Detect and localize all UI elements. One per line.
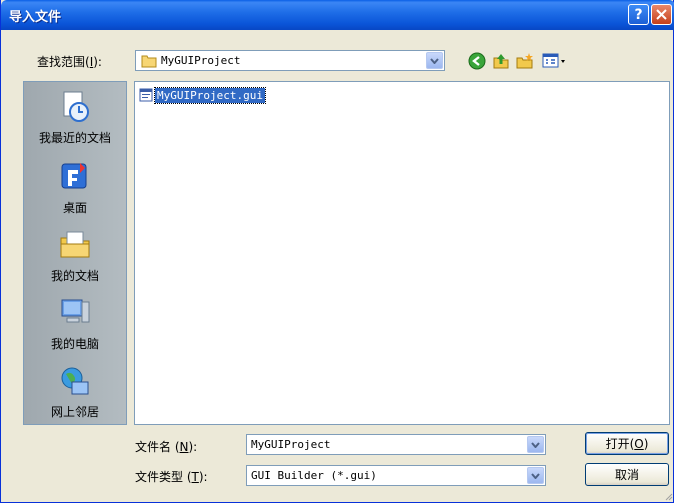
file-list[interactable]: MyGUIProject.gui [134, 81, 670, 425]
import-file-dialog: 导入文件 ? 查找范围(I): MyGUIProject 我最近的文档 桌面 我… [0, 0, 674, 503]
place-network-label: 网上邻居 [50, 405, 99, 419]
resize-grip-icon[interactable] [663, 491, 673, 501]
window-title: 导入文件 [9, 10, 62, 25]
place-my-computer[interactable]: 我的电脑 [24, 296, 126, 352]
file-name-value: MyGUIProject [251, 438, 331, 451]
look-in-value: MyGUIProject [161, 54, 241, 67]
file-type-value: GUI Builder (*.gui) [251, 469, 377, 482]
file-name-input[interactable]: MyGUIProject [246, 434, 546, 455]
new-folder-icon[interactable] [516, 52, 534, 70]
file-item[interactable]: MyGUIProject.gui [139, 86, 266, 104]
file-type-label: 文件类型 (T): [135, 470, 208, 484]
place-my-documents[interactable]: 我的文档 [24, 228, 126, 284]
places-bar: 我最近的文档 桌面 我的文档 我的电脑 网上邻居 [23, 81, 127, 425]
desktop-icon [61, 163, 87, 189]
up-folder-icon[interactable] [492, 52, 510, 70]
folder-icon [141, 55, 157, 68]
place-network[interactable]: 网上邻居 [24, 364, 126, 420]
place-recent-documents-label: 我最近的文档 [38, 131, 111, 145]
open-button[interactable]: 打开(O) [585, 432, 669, 455]
cancel-button-label: 取消 [614, 468, 639, 482]
my-computer-icon [61, 299, 90, 323]
my-documents-icon [60, 231, 90, 258]
network-places-icon [61, 367, 89, 395]
place-my-documents-label: 我的文档 [50, 269, 99, 283]
close-icon [656, 9, 667, 20]
cancel-button[interactable]: 取消 [585, 463, 669, 486]
back-icon[interactable] [468, 52, 486, 70]
help-button[interactable]: ? [628, 4, 649, 25]
place-recent-documents[interactable]: 我最近的文档 [24, 90, 126, 146]
look-in-label: 查找范围(I): [37, 55, 102, 69]
file-type-dropdown-arrow[interactable] [527, 467, 544, 484]
view-menu-icon[interactable] [542, 52, 568, 70]
chevron-down-icon [531, 441, 540, 448]
place-desktop[interactable]: 桌面 [24, 160, 126, 216]
open-button-label: 打开 [605, 437, 630, 451]
chevron-down-icon [430, 57, 439, 64]
file-item-name: MyGUIProject.gui [154, 86, 266, 104]
file-name-label: 文件名 (N): [135, 440, 198, 454]
recent-documents-icon [63, 91, 89, 122]
look-in-dropdown-arrow[interactable] [426, 52, 443, 69]
chevron-down-icon [531, 472, 540, 479]
look-in-dropdown[interactable]: MyGUIProject [135, 50, 445, 71]
open-button-accel: O [634, 436, 644, 451]
gui-file-icon [139, 88, 153, 102]
close-button[interactable] [651, 4, 672, 25]
file-name-dropdown-arrow[interactable] [527, 436, 544, 453]
file-type-dropdown[interactable]: GUI Builder (*.gui) [246, 465, 546, 486]
question-mark-icon: ? [634, 6, 643, 23]
title-bar[interactable]: 导入文件 ? [1, 0, 674, 30]
place-desktop-label: 桌面 [62, 201, 87, 215]
place-my-computer-label: 我的电脑 [50, 337, 99, 351]
